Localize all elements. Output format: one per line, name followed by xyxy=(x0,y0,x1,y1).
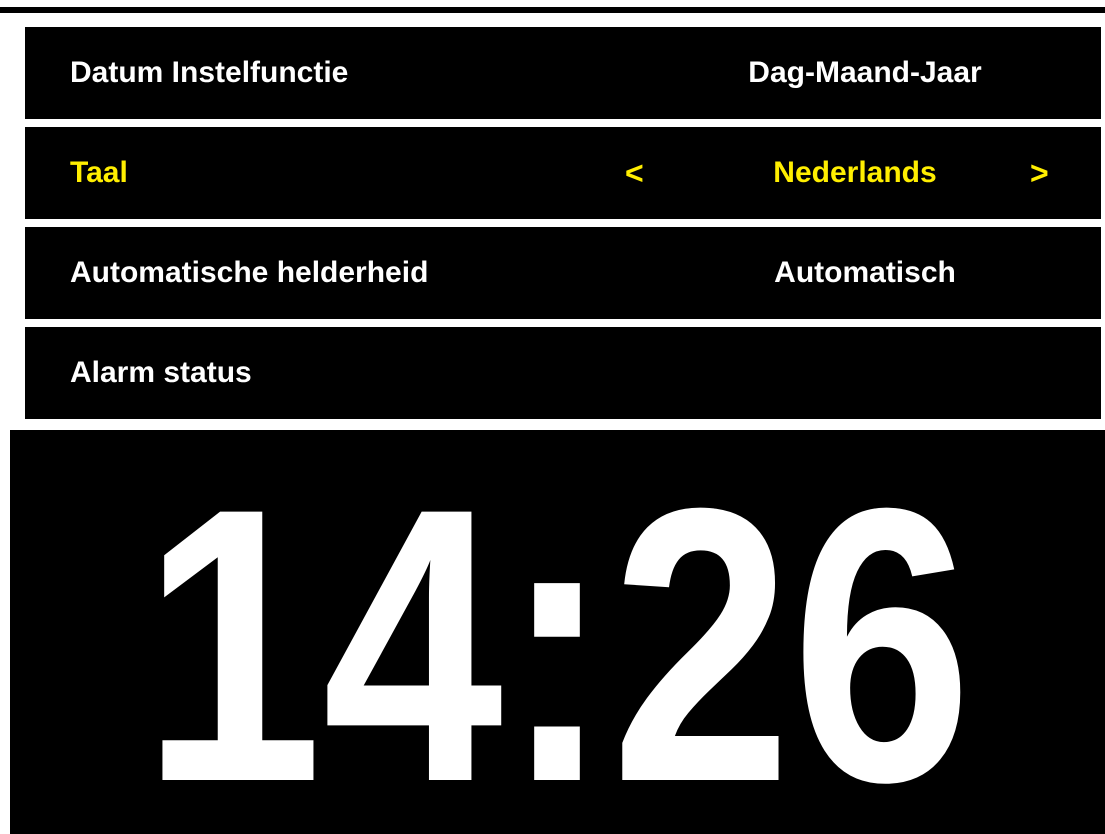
setting-label: Automatische helderheid xyxy=(70,256,429,289)
setting-label: Taal xyxy=(70,156,128,189)
setting-value: Nederlands xyxy=(773,156,937,189)
setting-value: Dag-Maand-Jaar xyxy=(748,56,982,89)
clock-display: 14:26 xyxy=(142,430,972,834)
setting-label: Alarm status xyxy=(70,356,252,389)
chevron-right-icon[interactable]: > xyxy=(1030,127,1049,219)
setting-label: Datum Instelfunctie xyxy=(70,56,349,89)
top-divider xyxy=(0,7,1105,13)
setting-row-date-format[interactable]: Datum Instelfunctie Dag-Maand-Jaar xyxy=(25,27,1101,119)
setting-row-language[interactable]: Taal < Nederlands > xyxy=(25,127,1101,219)
clock-time: 14:26 xyxy=(142,430,972,834)
clock-panel: 14:26 xyxy=(10,430,1105,834)
chevron-left-icon[interactable]: < xyxy=(625,127,644,219)
setting-row-auto-brightness[interactable]: Automatische helderheid Automatisch xyxy=(25,227,1101,319)
setting-value xyxy=(665,327,1065,419)
setting-row-alarm-status[interactable]: Alarm status xyxy=(25,327,1101,419)
setting-value: Automatisch xyxy=(774,256,956,289)
